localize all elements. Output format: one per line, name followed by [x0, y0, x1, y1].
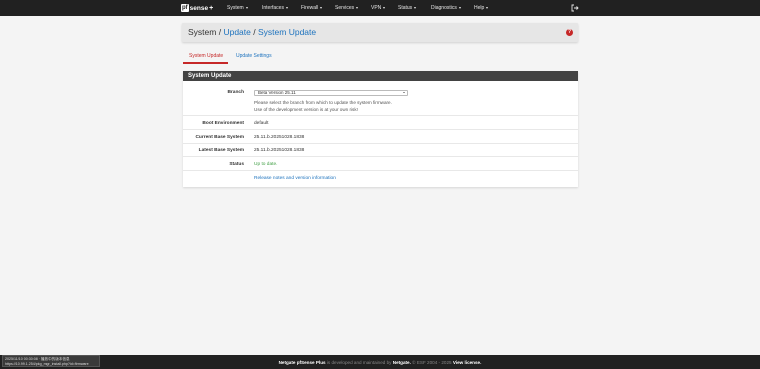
footer: Netgate pfSense Plus is developed and ma…	[0, 355, 760, 369]
chevron-down-icon	[403, 92, 405, 93]
caret-down-icon	[285, 6, 288, 9]
nav-help-label: Help	[474, 5, 485, 11]
nav-system[interactable]: System	[227, 4, 248, 12]
nav-diagnostics[interactable]: Diagnostics	[431, 4, 461, 12]
caret-down-icon	[414, 6, 417, 9]
logo-plus: +	[209, 4, 214, 12]
caret-down-icon	[356, 6, 359, 9]
breadcrumb-bar: System / Update / System Update	[182, 23, 578, 42]
help-icon[interactable]: ?	[566, 29, 573, 36]
branch-help-line2: Use of the development version is at you…	[254, 107, 358, 112]
branch-help-line1: Please select the branch from which to u…	[254, 100, 392, 105]
breadcrumb-system-update[interactable]: System Update	[258, 27, 316, 37]
nav-firewall-label: Firewall	[301, 5, 319, 11]
footer-license-link[interactable]: View license.	[453, 360, 482, 365]
boot-env-value: default	[254, 121, 269, 126]
panel-title: System Update	[183, 71, 578, 81]
row-divider	[183, 143, 578, 144]
branch-select[interactable]: Beta Version 25.11	[254, 90, 408, 96]
status-value: Up to date.	[254, 162, 278, 167]
pfsense-logo[interactable]: pf sense +	[181, 3, 213, 13]
nav-diagnostics-label: Diagnostics	[431, 5, 457, 11]
top-navbar: pf sense + System Interfaces Firewall Se…	[0, 0, 760, 16]
logout-icon[interactable]	[571, 4, 579, 12]
latest-base-label: Latest Base System	[198, 148, 244, 153]
tab-system-update[interactable]: System Update	[189, 53, 223, 59]
nav-status-label: Status	[398, 5, 413, 11]
status-tooltip: 2025/11/10 00:30:08 · 播放中的版本信息 https://1…	[2, 355, 100, 367]
boot-env-label: Boot Environment	[202, 121, 244, 126]
logo-text: sense	[189, 4, 209, 12]
nav-services[interactable]: Services	[335, 4, 359, 12]
nav-firewall[interactable]: Firewall	[301, 4, 323, 12]
logo-mark: pf	[181, 4, 189, 12]
breadcrumb-separator: /	[253, 27, 256, 37]
caret-down-icon	[245, 6, 248, 9]
system-update-panel: System Update Branch Beta Version 25.11 …	[183, 71, 578, 187]
release-notes-link[interactable]: Release notes and version information	[254, 176, 336, 181]
branch-label: Branch	[227, 90, 244, 95]
row-divider	[183, 115, 578, 116]
nav-help[interactable]: Help	[474, 4, 489, 12]
footer-text: Netgate pfSense Plus is developed and ma…	[0, 360, 760, 365]
breadcrumb-system: System	[188, 27, 217, 37]
caret-down-icon	[486, 6, 489, 9]
nav-interfaces[interactable]: Interfaces	[262, 4, 288, 12]
row-divider	[183, 156, 578, 157]
caret-down-icon	[383, 6, 386, 9]
nav-system-label: System	[227, 5, 244, 11]
active-tab-indicator	[183, 62, 228, 64]
latest-base-value: 25.11.b.20251028.1838	[254, 148, 305, 153]
nav-vpn[interactable]: VPN	[371, 4, 386, 12]
current-base-value: 25.11.b.20251028.1838	[254, 135, 305, 140]
breadcrumb: System / Update / System Update	[188, 27, 316, 37]
nav-status[interactable]: Status	[398, 4, 417, 12]
row-divider	[183, 170, 578, 171]
current-base-label: Current Base System	[195, 135, 244, 140]
tooltip-line2: https://10.99.1.254/pkg_mgr_install.php?…	[5, 362, 89, 366]
status-label: Status	[229, 162, 244, 167]
breadcrumb-update[interactable]: Update	[223, 27, 250, 37]
caret-down-icon	[458, 6, 461, 9]
branch-selected-value: Beta Version 25.11	[258, 90, 296, 95]
breadcrumb-separator: /	[218, 27, 222, 37]
footer-copyright: © ESF 2004 - 2025	[412, 360, 452, 365]
nav-services-label: Services	[335, 5, 355, 11]
footer-mid: is developed and maintained by	[326, 360, 392, 365]
caret-down-icon	[320, 6, 323, 9]
row-divider	[183, 129, 578, 130]
tab-update-settings[interactable]: Update Settings	[236, 53, 272, 59]
footer-company-link[interactable]: Netgate.	[393, 360, 411, 365]
footer-product: Netgate pfSense Plus	[278, 360, 326, 365]
nav-vpn-label: VPN	[371, 5, 382, 11]
nav-interfaces-label: Interfaces	[262, 5, 284, 11]
